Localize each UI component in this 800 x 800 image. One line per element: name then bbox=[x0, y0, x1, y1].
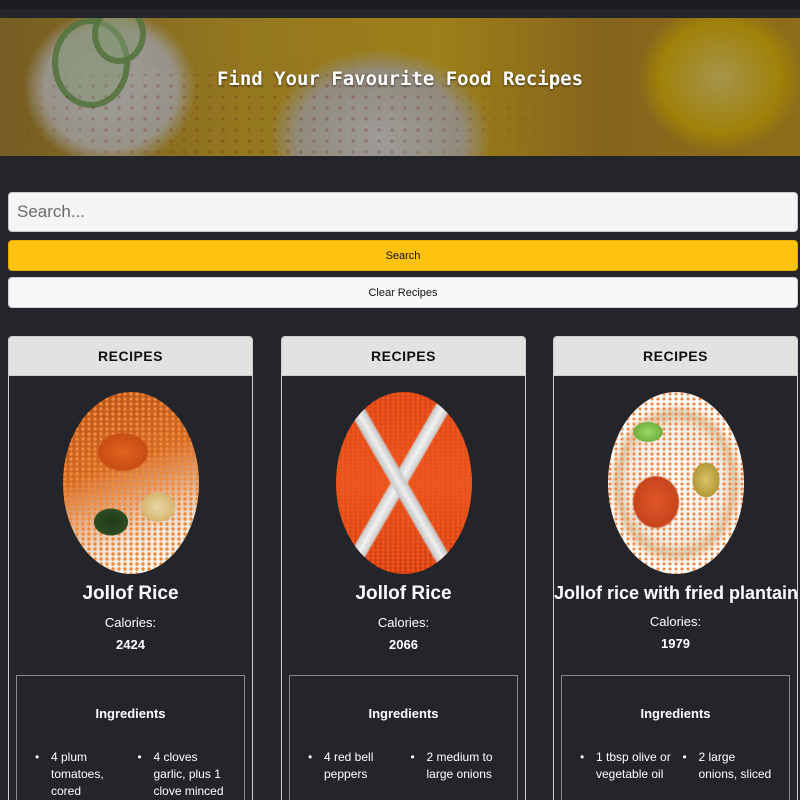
recipe-card-header: RECIPES bbox=[554, 337, 797, 376]
ingredient-item: 2 large onions, sliced bbox=[679, 749, 782, 783]
calories-label: Calories: bbox=[104, 615, 157, 630]
recipe-title: Jollof Rice bbox=[355, 583, 452, 604]
ingredients-list: 4 red bell peppers 2 medium to large oni… bbox=[290, 749, 517, 783]
ingredients-box: Ingredients 1 tbsp olive or vegetable oi… bbox=[561, 675, 790, 800]
hero-title: Find Your Favourite Food Recipes bbox=[216, 68, 584, 90]
calories-value: 2066 bbox=[389, 637, 418, 652]
ingredients-title: Ingredients bbox=[95, 706, 166, 721]
calories-label: Calories: bbox=[377, 615, 430, 630]
clear-recipes-button[interactable]: Clear Recipes bbox=[8, 277, 798, 308]
recipe-card-header: RECIPES bbox=[282, 337, 525, 376]
jollof-rice-photo-icon bbox=[62, 392, 199, 574]
ingredients-title: Ingredients bbox=[368, 706, 439, 721]
recipe-image[interactable] bbox=[607, 392, 744, 574]
ingredients-list: 4 plum tomatoes, cored 4 cloves garlic, … bbox=[17, 749, 244, 800]
recipe-card: RECIPES Jollof Rice Calories: 2066 Ingre… bbox=[281, 336, 526, 800]
hero-banner: Find Your Favourite Food Recipes bbox=[0, 18, 800, 156]
calories-value: 1979 bbox=[661, 636, 690, 651]
search-button[interactable]: Search bbox=[8, 240, 798, 271]
recipe-title: Jollof Rice bbox=[82, 583, 179, 604]
ingredients-list: 1 tbsp olive or vegetable oil 2 large on… bbox=[562, 749, 789, 783]
ingredient-item: 2 medium to large onions bbox=[407, 749, 510, 783]
recipe-image[interactable] bbox=[62, 392, 199, 574]
ingredients-title: Ingredients bbox=[640, 706, 711, 721]
jollof-plantains-photo-icon bbox=[607, 392, 744, 574]
ingredient-item: 1 tbsp olive or vegetable oil bbox=[576, 749, 679, 783]
ingredient-item: 4 red bell peppers bbox=[304, 749, 407, 783]
recipe-card: RECIPES Jollof Rice Calories: 2424 Ingre… bbox=[8, 336, 253, 800]
ingredient-item: 4 cloves garlic, plus 1 clove minced bbox=[134, 749, 237, 800]
recipe-image[interactable] bbox=[335, 392, 472, 574]
calories-value: 2424 bbox=[116, 637, 145, 652]
jollof-rice-tray-photo-icon bbox=[335, 392, 472, 574]
ingredients-box: Ingredients 4 red bell peppers 2 medium … bbox=[289, 675, 518, 800]
recipe-title: Jollof rice with fried plantains bbox=[554, 583, 798, 603]
search-input[interactable] bbox=[8, 192, 798, 232]
ingredients-box: Ingredients 4 plum tomatoes, cored 4 clo… bbox=[16, 675, 245, 800]
calories-label: Calories: bbox=[649, 614, 702, 629]
top-bar bbox=[0, 0, 800, 9]
recipe-card: RECIPES Jollof rice with fried plantains… bbox=[553, 336, 798, 800]
recipe-card-header: RECIPES bbox=[9, 337, 252, 376]
ingredient-item: 4 plum tomatoes, cored bbox=[31, 749, 134, 800]
